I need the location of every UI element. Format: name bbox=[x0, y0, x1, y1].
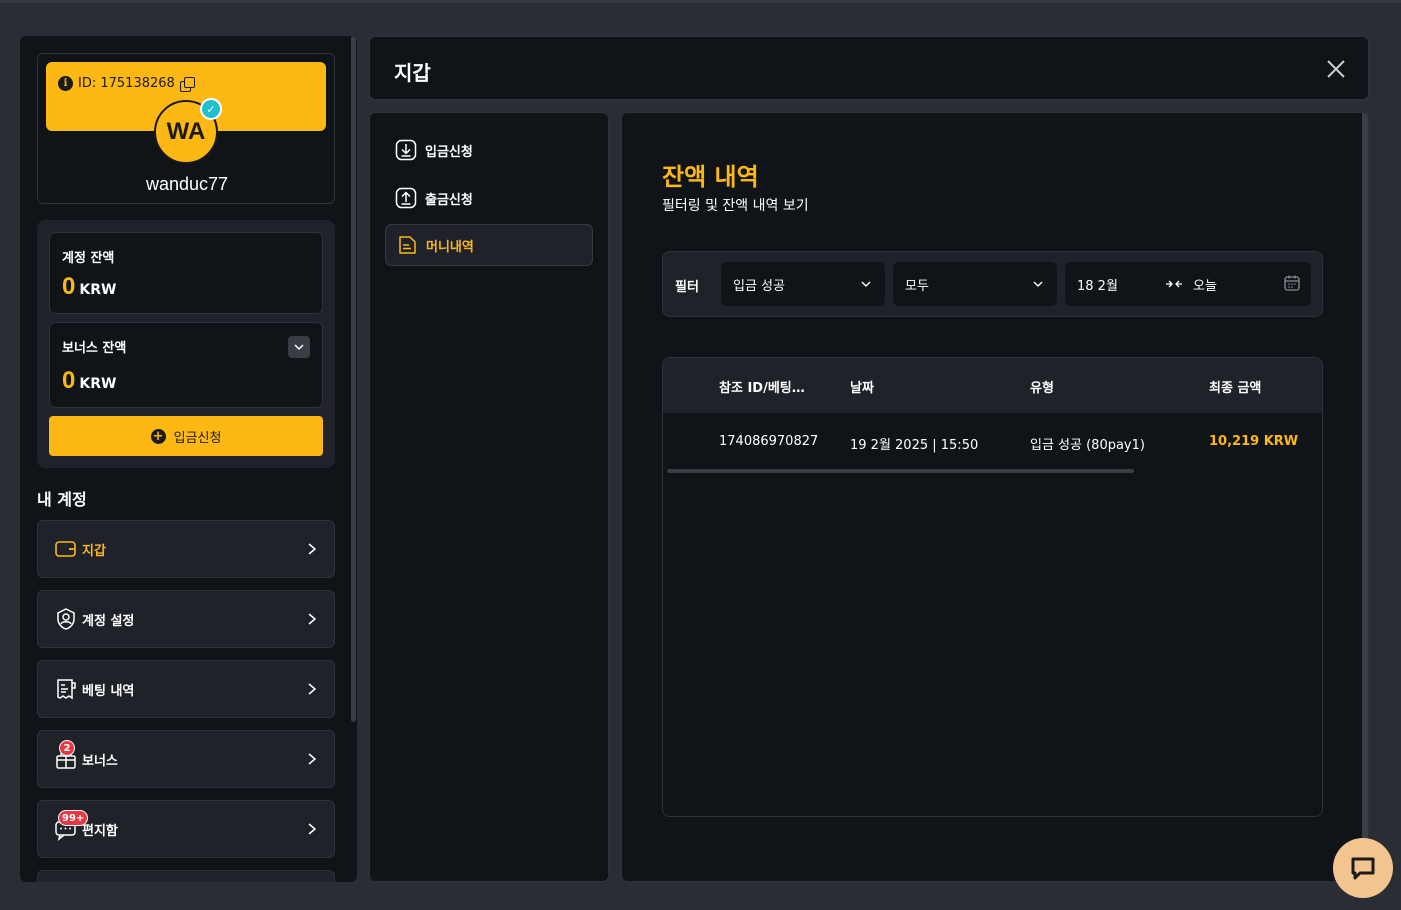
info-icon: i bbox=[58, 76, 73, 91]
scope-select-value: 모두 bbox=[905, 278, 929, 294]
bonus-count-badge: 2 bbox=[59, 740, 75, 756]
user-id: ID: 175138268 bbox=[78, 76, 175, 91]
cell-date: 19 2월 2025 | 15:50 bbox=[850, 438, 979, 453]
chevron-right-icon bbox=[308, 823, 317, 835]
column-header-type: 유형 bbox=[1030, 381, 1054, 396]
filter-bar: 필터 입금 성공 모두 18 2월 오늘 bbox=[662, 251, 1323, 317]
section-subtitle: 필터링 및 잔액 내역 보기 bbox=[662, 198, 809, 214]
sidebar-item-bonus[interactable]: 2 보너스 bbox=[37, 730, 335, 788]
date-to: 오늘 bbox=[1193, 279, 1217, 294]
sidebar-item-betting-history[interactable]: 베팅 내역 bbox=[37, 660, 335, 718]
history-table: 참조 ID/베팅… 날짜 유형 최종 금액 174086970827 19 2월… bbox=[662, 357, 1323, 817]
cell-type: 입금 성공 (80pay1) bbox=[1030, 438, 1145, 453]
document-icon bbox=[399, 236, 416, 254]
tab-money-history[interactable]: 머니내역 bbox=[385, 224, 593, 266]
tab-withdraw[interactable]: 출금신청 bbox=[385, 177, 593, 219]
live-chat-button[interactable] bbox=[1333, 838, 1393, 898]
copy-icon[interactable] bbox=[179, 76, 195, 92]
chevron-down-icon bbox=[861, 281, 871, 287]
upload-icon bbox=[395, 187, 417, 209]
wallet-icon bbox=[54, 537, 78, 561]
table-horizontal-scrollbar[interactable] bbox=[667, 469, 1134, 473]
table-row[interactable]: 174086970827 19 2월 2025 | 15:50 입금 성공 (8… bbox=[663, 414, 1322, 472]
deposit-button[interactable]: + 입금신청 bbox=[49, 416, 323, 456]
plus-circle-icon: + bbox=[150, 428, 166, 444]
column-header-amount: 최종 금액 bbox=[1209, 381, 1262, 396]
bonus-balance-currency: KRW bbox=[79, 376, 117, 392]
download-icon bbox=[395, 139, 417, 161]
receipt-icon bbox=[54, 677, 78, 701]
calendar-icon bbox=[1284, 275, 1300, 291]
bonus-balance-value: 0 bbox=[62, 367, 76, 394]
balance-history-panel: 잔액 내역 필터링 및 잔액 내역 보기 필터 입금 성공 모두 18 2월 오… bbox=[621, 112, 1369, 882]
column-header-ref: 참조 ID/베팅… bbox=[719, 381, 805, 396]
sidebar-scrollbar[interactable] bbox=[351, 36, 356, 722]
date-range-picker[interactable]: 18 2월 오늘 bbox=[1065, 262, 1311, 306]
section-title: 잔액 내역 bbox=[662, 163, 759, 191]
top-edge bbox=[0, 0, 1401, 3]
bonus-balance-card: 보너스 잔액 0 KRW bbox=[49, 322, 323, 408]
page-title: 지갑 bbox=[394, 61, 431, 85]
type-select-value: 입금 성공 bbox=[733, 278, 785, 294]
sidebar-item-label: 베팅 내역 bbox=[82, 683, 135, 699]
chat-bubble-icon bbox=[1351, 857, 1375, 880]
sidebar-item-wallet[interactable]: 지갑 bbox=[37, 520, 335, 578]
chevron-right-icon bbox=[308, 543, 317, 555]
date-from: 18 2월 bbox=[1077, 278, 1118, 294]
account-balance-currency: KRW bbox=[79, 282, 117, 298]
type-select[interactable]: 입금 성공 bbox=[721, 262, 885, 306]
chevron-right-icon bbox=[308, 613, 317, 625]
sidebar-item-label: 계정 설정 bbox=[82, 613, 135, 629]
profile-card: i ID: 175138268 WA ✓ wanduc77 bbox=[37, 53, 335, 204]
deposit-button-label: 입금신청 bbox=[173, 430, 222, 446]
arrows-inward-icon bbox=[1166, 280, 1182, 288]
account-balance-card: 계정 잔액 0 KRW bbox=[49, 232, 323, 314]
user-id-row: i ID: 175138268 bbox=[58, 76, 195, 92]
close-icon[interactable] bbox=[1326, 59, 1346, 79]
tab-deposit[interactable]: 입금신청 bbox=[385, 129, 593, 171]
wallet-subnav: 입금신청 출금신청 머니내역 bbox=[369, 112, 609, 882]
column-header-date: 날짜 bbox=[850, 381, 874, 396]
sidebar-item-label: 편지함 bbox=[82, 823, 118, 839]
sidebar-item-label: 보너스 bbox=[82, 753, 118, 769]
chevron-right-icon bbox=[308, 753, 317, 765]
bonus-balance-label: 보너스 잔액 bbox=[62, 341, 127, 356]
wallet-header: 지갑 bbox=[369, 36, 1369, 100]
tab-label: 출금신청 bbox=[425, 192, 473, 208]
sidebar-item-inbox[interactable]: 99+ 편지함 bbox=[37, 800, 335, 858]
chevron-down-icon bbox=[1033, 281, 1043, 287]
bonus-expand-button[interactable] bbox=[288, 336, 310, 358]
verified-check-icon: ✓ bbox=[200, 98, 222, 120]
cell-amount: 10,219 KRW bbox=[1209, 434, 1299, 449]
cell-ref: 174086970827 bbox=[719, 434, 819, 449]
sidebar-item-more[interactable] bbox=[37, 870, 335, 882]
sidebar-item-account-settings[interactable]: 계정 설정 bbox=[37, 590, 335, 648]
tab-label: 입금신청 bbox=[425, 144, 473, 160]
user-settings-icon bbox=[54, 607, 78, 631]
account-balance-label: 계정 잔액 bbox=[62, 251, 115, 266]
my-account-title: 내 계정 bbox=[37, 490, 87, 509]
message-icon: 99+ bbox=[54, 810, 89, 841]
content-scrollbar[interactable] bbox=[1362, 113, 1368, 881]
balance-panel: 계정 잔액 0 KRW 보너스 잔액 0 KRW + 입금신청 bbox=[37, 220, 335, 468]
inbox-count-badge: 99+ bbox=[58, 810, 89, 826]
tab-label: 머니내역 bbox=[426, 239, 474, 255]
filter-label: 필터 bbox=[675, 280, 699, 295]
chevron-down-icon bbox=[294, 344, 304, 351]
account-sidebar: i ID: 175138268 WA ✓ wanduc77 계정 잔액 0 KR… bbox=[20, 36, 357, 882]
scope-select[interactable]: 모두 bbox=[893, 262, 1057, 306]
table-header: 참조 ID/베팅… 날짜 유형 최종 금액 bbox=[663, 358, 1322, 413]
chevron-right-icon bbox=[308, 683, 317, 695]
gift-icon: 2 bbox=[54, 740, 78, 771]
account-balance-value: 0 bbox=[62, 273, 76, 300]
username: wanduc77 bbox=[145, 174, 229, 194]
sidebar-item-label: 지갑 bbox=[82, 543, 106, 559]
